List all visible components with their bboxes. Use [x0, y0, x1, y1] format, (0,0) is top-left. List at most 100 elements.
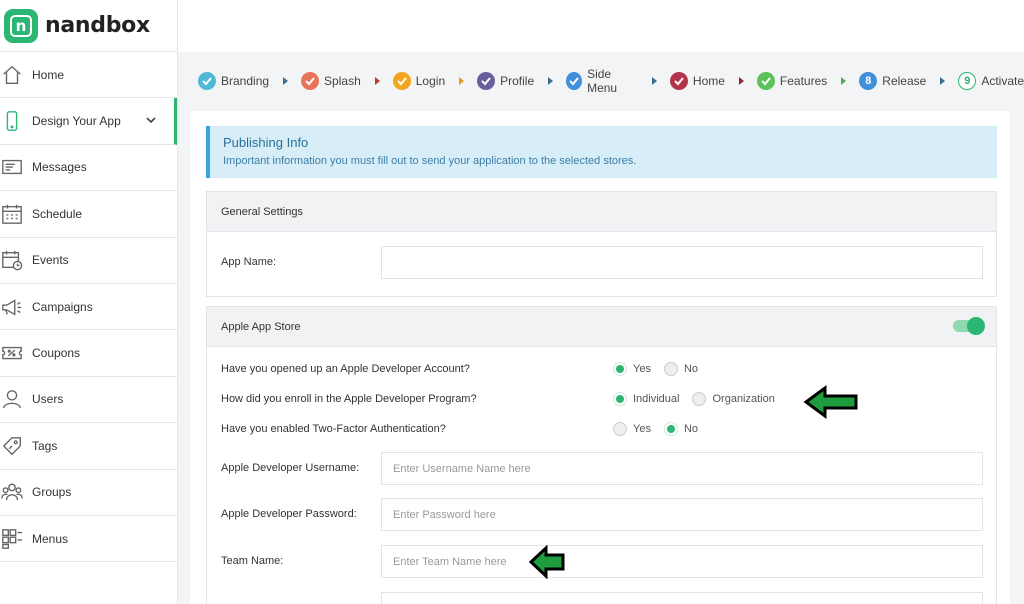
enroll-individual-radio[interactable]: [613, 392, 627, 406]
brand-name: nandbox: [45, 13, 150, 38]
step-arrow-icon: [459, 77, 465, 85]
annotation-arrow-icon: [528, 545, 565, 579]
step-label: Profile: [500, 74, 535, 88]
radio-label: No: [683, 363, 699, 375]
sidebar-item-design-your-app[interactable]: Design Your App: [0, 98, 177, 145]
coupon-icon: [1, 342, 23, 364]
sidebar-item-label: Tags: [32, 438, 58, 453]
message-icon: [1, 156, 23, 178]
chevron-down-icon[interactable]: [144, 113, 158, 127]
sidebar-item-coupons[interactable]: Coupons: [0, 330, 177, 377]
step-number: 8: [859, 72, 878, 90]
apple-app-store-title: Apple App Store: [221, 320, 301, 333]
developer-username-input[interactable]: [381, 452, 983, 485]
two-factor-question: Have you enabled Two-Factor Authenticati…: [221, 423, 446, 435]
publishing-panel: Publishing Info Important information yo…: [190, 111, 1010, 604]
sidebar-item-campaigns[interactable]: Campaigns: [0, 284, 177, 331]
info-title: Publishing Info: [223, 135, 309, 150]
sidebar-item-label: Schedule: [32, 206, 83, 221]
step-label: Features: [779, 74, 828, 88]
step-profile[interactable]: Profile: [477, 72, 534, 90]
two-factor-radio-group: Yes No: [613, 422, 711, 436]
sidebar-item-label: Coupons: [32, 346, 81, 361]
radio-label: Yes: [633, 423, 651, 435]
step-label: Branding: [221, 74, 270, 88]
team-name-input[interactable]: [381, 545, 983, 578]
app-name-input[interactable]: [381, 246, 983, 279]
step-label: Login: [415, 74, 446, 88]
sidebar-item-label: Home: [32, 67, 65, 82]
radio-label: Yes: [633, 363, 651, 375]
top-header: [178, 0, 1024, 52]
developer-username-label: Apple Developer Username:: [221, 462, 360, 474]
step-arrow-icon: [651, 77, 657, 85]
sidebar-item-groups[interactable]: Groups: [0, 470, 177, 516]
general-settings-card: General Settings App Name:: [206, 191, 997, 297]
sidebar-item-label: Users: [32, 392, 64, 407]
apple-app-store-toggle[interactable]: [953, 317, 985, 335]
logo-letter: n: [10, 14, 32, 37]
sidebar-item-label: Groups: [32, 485, 72, 500]
enroll-organization-radio[interactable]: [692, 392, 707, 406]
check-icon: [198, 72, 216, 90]
step-activate[interactable]: 9 Activate: [958, 72, 1024, 90]
step-arrow-icon: [374, 77, 380, 85]
megaphone-icon: [1, 296, 23, 318]
check-icon: [477, 72, 496, 90]
toggle-knob: [967, 317, 985, 335]
radio-label: Individual: [633, 393, 680, 405]
step-label: Home: [692, 74, 725, 88]
step-arrow-icon: [283, 77, 289, 85]
nandbox-logo-icon: n: [4, 8, 38, 43]
sidebar: n nandbox Home Design Your App Messages …: [0, 0, 178, 604]
wizard-steps: Branding Splash Login Profile Side Menu …: [198, 67, 1024, 95]
step-label: Activate: [981, 74, 1024, 88]
step-login[interactable]: Login: [392, 72, 446, 90]
menu-grid-icon: [1, 528, 23, 550]
step-features[interactable]: Features: [756, 72, 828, 90]
sidebar-item-home[interactable]: Home: [0, 52, 177, 99]
developer-account-radio-group: Yes No: [613, 362, 711, 376]
publishing-info-box: Publishing Info Important information yo…: [206, 126, 997, 178]
step-arrow-icon: [548, 77, 554, 85]
check-icon: [669, 72, 688, 90]
step-number: 9: [958, 72, 977, 90]
app-name-label: App Name:: [221, 256, 277, 268]
step-arrow-icon: [841, 77, 847, 85]
step-side-menu[interactable]: Side Menu: [566, 67, 638, 95]
developer-account-question: Have you opened up an Apple Developer Ac…: [221, 363, 470, 375]
step-label: Splash: [324, 74, 361, 88]
sidebar-item-messages[interactable]: Messages: [0, 145, 177, 192]
group-icon: [1, 481, 23, 503]
tag-icon: [1, 435, 23, 457]
check-icon: [301, 72, 320, 90]
step-home[interactable]: Home: [669, 72, 725, 90]
check-icon: [392, 72, 411, 90]
sidebar-item-label: Messages: [32, 160, 87, 175]
sidebar-item-events[interactable]: Events: [0, 238, 177, 284]
brand[interactable]: n nandbox: [0, 0, 177, 52]
sidebar-item-label: Menus: [32, 531, 69, 546]
sidebar-item-menus[interactable]: Menus: [0, 516, 177, 563]
two-factor-yes-radio[interactable]: [613, 422, 627, 436]
step-splash[interactable]: Splash: [301, 72, 361, 90]
developer-password-input[interactable]: [381, 498, 983, 531]
two-factor-no-radio[interactable]: [663, 422, 678, 436]
sidebar-item-schedule[interactable]: Schedule: [0, 191, 177, 238]
check-icon: [756, 72, 775, 90]
step-branding[interactable]: Branding: [198, 72, 269, 90]
calendar-icon: [1, 203, 23, 225]
sidebar-item-tags[interactable]: Tags: [0, 423, 177, 470]
developer-account-yes-radio[interactable]: [613, 362, 627, 376]
enroll-radio-group: Individual Organization: [613, 392, 788, 406]
user-icon: [1, 388, 23, 410]
check-icon: [566, 72, 583, 90]
event-calendar-icon: [1, 249, 23, 271]
step-release[interactable]: 8 Release: [859, 72, 926, 90]
sidebar-item-users[interactable]: Users: [0, 377, 177, 424]
general-settings-header: General Settings: [207, 192, 996, 232]
developer-account-no-radio[interactable]: [663, 362, 678, 376]
step-arrow-icon: [940, 77, 946, 85]
developer-password-label: Apple Developer Password:: [221, 508, 357, 520]
next-field-input[interactable]: [381, 592, 983, 604]
